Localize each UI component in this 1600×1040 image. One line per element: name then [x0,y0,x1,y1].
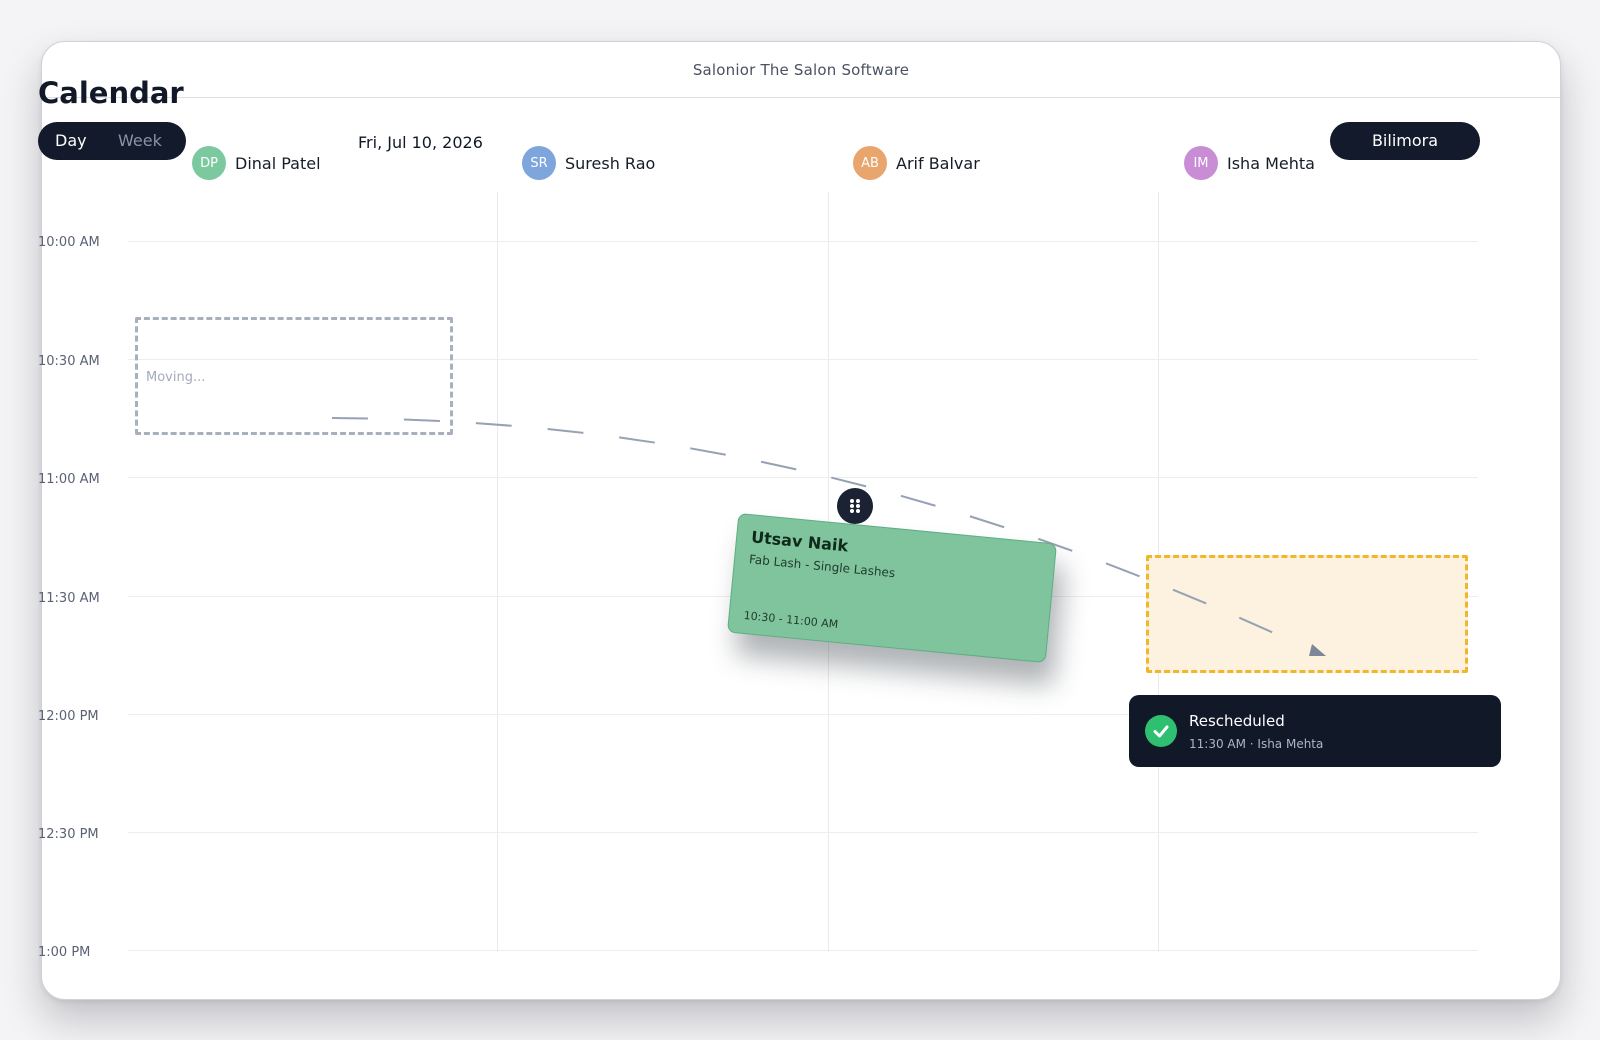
grid-column-line [497,192,498,952]
appointment-service: Fab Lash - Single Lashes [748,552,896,581]
avatar: DP [192,146,226,180]
grid-row-line [128,241,1478,242]
time-label: 12:30 PM [38,827,99,842]
time-label: 11:00 AM [38,472,100,487]
avatar: AB [853,146,887,180]
drop-target-slot[interactable] [1146,555,1468,673]
window-title: Salonior The Salon Software [42,42,1560,98]
time-label: 1:00 PM [38,945,91,960]
staff-header-suresh[interactable]: SR Suresh Rao [522,146,655,180]
check-icon [1145,715,1177,747]
toast-title: Rescheduled [1189,712,1285,730]
week-view-button[interactable]: Week [118,122,162,160]
staff-header-dinal[interactable]: DP Dinal Patel [192,146,321,180]
current-date[interactable]: Fri, Jul 10, 2026 [358,133,483,152]
time-label: 12:00 PM [38,709,99,724]
page-title: Calendar [38,76,184,110]
view-toggle: Day Week [38,122,186,160]
grid-row-line [128,950,1478,951]
staff-name: Suresh Rao [565,153,656,173]
moving-label: Moving... [146,370,206,385]
appointment-client: Utsav Naik [750,527,850,556]
avatar: IM [1184,146,1218,180]
staff-header-isha[interactable]: IM Isha Mehta [1184,146,1315,180]
staff-name: Arif Balvar [896,153,980,173]
grid-row-line [128,832,1478,833]
location-button[interactable]: Bilimora [1330,122,1480,160]
time-label: 10:00 AM [38,235,100,250]
grid-row-line [128,477,1478,478]
time-label: 11:30 AM [38,591,100,606]
drag-origin-placeholder: Moving... [135,317,453,435]
appointment-time: 10:30 - 11:00 AM [743,608,839,631]
staff-header-arif[interactable]: AB Arif Balvar [853,146,980,180]
staff-name: Dinal Patel [235,153,321,173]
toast-subtitle: 11:30 AM · Isha Mehta [1189,737,1324,751]
time-label: 10:30 AM [38,354,100,369]
reschedule-toast: Rescheduled 11:30 AM · Isha Mehta [1129,695,1501,767]
day-view-button[interactable]: Day [55,122,87,160]
avatar: SR [522,146,556,180]
drag-handle-icon[interactable] [837,488,873,524]
staff-name: Isha Mehta [1227,153,1315,173]
